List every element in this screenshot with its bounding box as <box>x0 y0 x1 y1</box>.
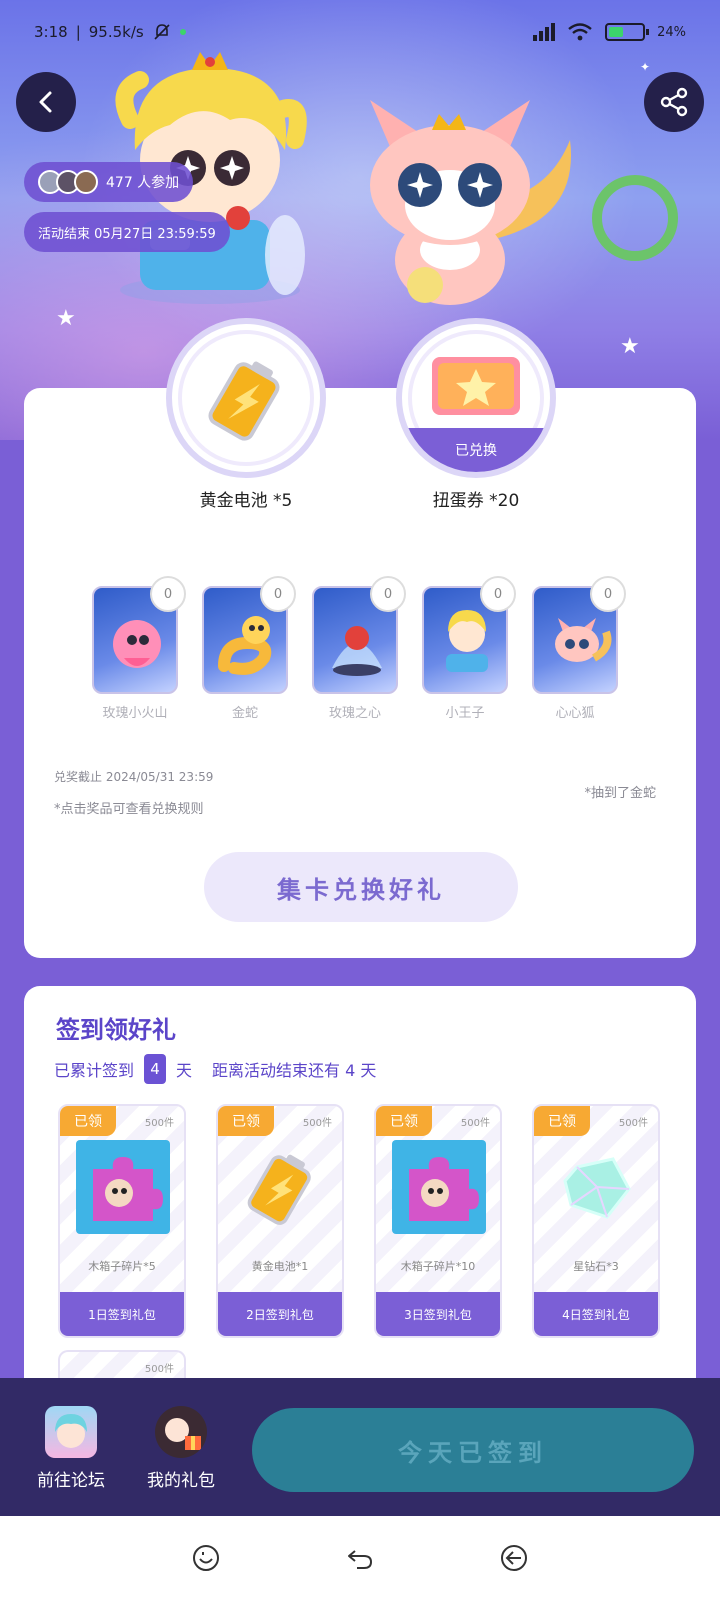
participant-avatars <box>38 170 98 194</box>
forum-label: 前往论坛 <box>37 1471 105 1491</box>
collect-cards-row: 0 玫瑰小火山 0 金蛇 0 玫瑰之心 0 小王子 0 心心狐 <box>92 576 626 721</box>
return-icon <box>348 1550 373 1569</box>
smile-icon <box>193 1545 219 1571</box>
share-button[interactable] <box>644 72 704 132</box>
card-name: 金蛇 <box>231 706 258 721</box>
collect-card-heart-fox[interactable]: 0 心心狐 <box>532 576 626 721</box>
participants-pill: 477 人参加 <box>24 162 194 202</box>
system-navigation-bar <box>0 1516 720 1600</box>
card-name: 玫瑰之心 <box>328 706 381 721</box>
collect-card-rose-volcano[interactable]: 0 玫瑰小火山 <box>92 576 186 721</box>
bell-muted-icon <box>154 24 170 40</box>
status-time: 3:18 <box>34 23 68 41</box>
card-name: 玫瑰小火山 <box>102 706 168 721</box>
exchange-deadline: 兑奖截止 2024/05/31 23:59 <box>54 770 214 784</box>
sign-in-gift-day-1[interactable]: 已领 500件 木箱子碎片*5 1日签到礼包 <box>58 1104 186 1338</box>
arrow-left-circle-icon <box>501 1545 527 1571</box>
collect-card-rose-heart[interactable]: 0 玫瑰之心 <box>312 576 406 721</box>
chevron-left-icon <box>39 91 52 113</box>
star-diamond-icon <box>550 1140 644 1234</box>
gift-quantity: 500件 <box>618 1118 648 1129</box>
sign-in-gifts-row: 已领 500件 木箱子碎片*5 1日签到礼包 已领 500件 黄金电池*1 2日… <box>58 1104 660 1338</box>
battery-unit: % <box>673 24 686 40</box>
card-count: 0 <box>150 576 186 612</box>
gift-name: 黄金电池*1 <box>251 1260 309 1273</box>
gift-quantity: 500件 <box>460 1118 490 1129</box>
puzzle-piece-icon <box>392 1140 486 1234</box>
prize-label: 黄金电池 *5 <box>199 491 293 511</box>
card-name: 小王子 <box>445 706 485 721</box>
battery-icon <box>605 23 650 41</box>
gift-quantity: 500件 <box>144 1118 174 1129</box>
avatar <box>74 170 98 194</box>
forum-avatar-icon <box>45 1406 97 1458</box>
gift-day-label: 3日签到礼包 <box>376 1292 500 1336</box>
card-count: 0 <box>370 576 406 612</box>
card-count: 0 <box>260 576 296 612</box>
signed-days-badge: 4 <box>144 1054 167 1084</box>
gift-name: 木箱子碎片*10 <box>400 1260 476 1273</box>
star-icon: ★ <box>620 334 640 359</box>
fox-character-image <box>370 100 571 305</box>
my-gifts-label: 我的礼包 <box>147 1471 215 1491</box>
gift-day-label: 4日签到礼包 <box>534 1292 658 1336</box>
gift-name: 星钻石*3 <box>573 1260 619 1273</box>
end-time-text: 活动结束 05月27日 23:59:59 <box>38 226 216 242</box>
share-icon <box>660 87 688 117</box>
puzzle-piece-icon <box>76 1140 170 1234</box>
progress-prefix: 已累计签到 <box>54 1061 135 1080</box>
back-button[interactable] <box>16 72 76 132</box>
rule-hint: *点击奖品可查看兑换规则 <box>54 802 204 817</box>
prize-golden-battery[interactable] <box>166 318 326 478</box>
draw-result-note: *抽到了金蛇 <box>584 786 656 801</box>
participants-count: 477 人参加 <box>106 175 180 191</box>
star-icon: ★ <box>56 306 76 331</box>
claimed-tag: 已领 <box>60 1106 116 1136</box>
end-time-pill: 活动结束 05月27日 23:59:59 <box>24 212 230 252</box>
status-bar: 3:18 | 95.5k/s 24% <box>34 23 686 41</box>
back-nav-button[interactable] <box>492 1536 536 1580</box>
claimed-tag: 已领 <box>534 1106 590 1136</box>
gift-avatar-icon <box>155 1406 207 1458</box>
sign-in-title: 签到领好礼 <box>56 1016 176 1044</box>
prize-gacha-ticket[interactable]: 已兑换 <box>396 318 556 478</box>
gift-day-label: 1日签到礼包 <box>60 1292 184 1336</box>
collect-card-golden-snake[interactable]: 0 金蛇 <box>202 576 296 721</box>
card-count: 0 <box>590 576 626 612</box>
prize-label: 扭蛋券 *20 <box>432 491 520 511</box>
sign-in-gift-day-3[interactable]: 已领 500件 木箱子碎片*10 3日签到礼包 <box>374 1104 502 1338</box>
sign-in-gift-day-2[interactable]: 已领 500件 黄金电池*1 2日签到礼包 <box>216 1104 344 1338</box>
notification-dot-icon <box>179 29 186 35</box>
battery-level: 24 <box>657 24 674 40</box>
go-to-forum-button[interactable]: 前往论坛 <box>26 1406 116 1491</box>
sign-in-gift-day-4[interactable]: 已领 500件 星钻石*3 4日签到礼包 <box>532 1104 660 1338</box>
gift-quantity: 500件 <box>144 1364 174 1375</box>
return-nav-button[interactable] <box>338 1536 382 1580</box>
sign-in-progress: 已累计签到 4 天 距离活动结束还有 4 天 <box>54 1054 376 1084</box>
assistant-nav-button[interactable] <box>184 1536 228 1580</box>
my-gifts-button[interactable]: 我的礼包 <box>136 1406 226 1491</box>
flower-wreath-image <box>592 175 678 261</box>
redeemed-label: 已兑换 <box>402 428 550 472</box>
gift-name: 木箱子碎片*5 <box>88 1260 156 1273</box>
card-name: 心心狐 <box>555 706 595 721</box>
progress-suffix: 天 <box>176 1061 193 1080</box>
collect-card-little-prince[interactable]: 0 小王子 <box>422 576 516 721</box>
network-speed: 95.5k/s <box>88 23 144 41</box>
remaining-days-text: 距离活动结束还有 4 天 <box>212 1061 377 1080</box>
claimed-tag: 已领 <box>376 1106 432 1136</box>
golden-battery-icon <box>234 1140 328 1234</box>
claimed-tag: 已领 <box>218 1106 274 1136</box>
wifi-icon <box>568 23 592 41</box>
signal-icon <box>533 23 556 41</box>
signed-today-button[interactable]: 今天已签到 <box>252 1408 694 1492</box>
exchange-gifts-button[interactable]: 集卡兑换好礼 <box>204 852 518 922</box>
gift-day-label: 2日签到礼包 <box>218 1292 342 1336</box>
card-count: 0 <box>480 576 516 612</box>
gift-quantity: 500件 <box>302 1118 332 1129</box>
